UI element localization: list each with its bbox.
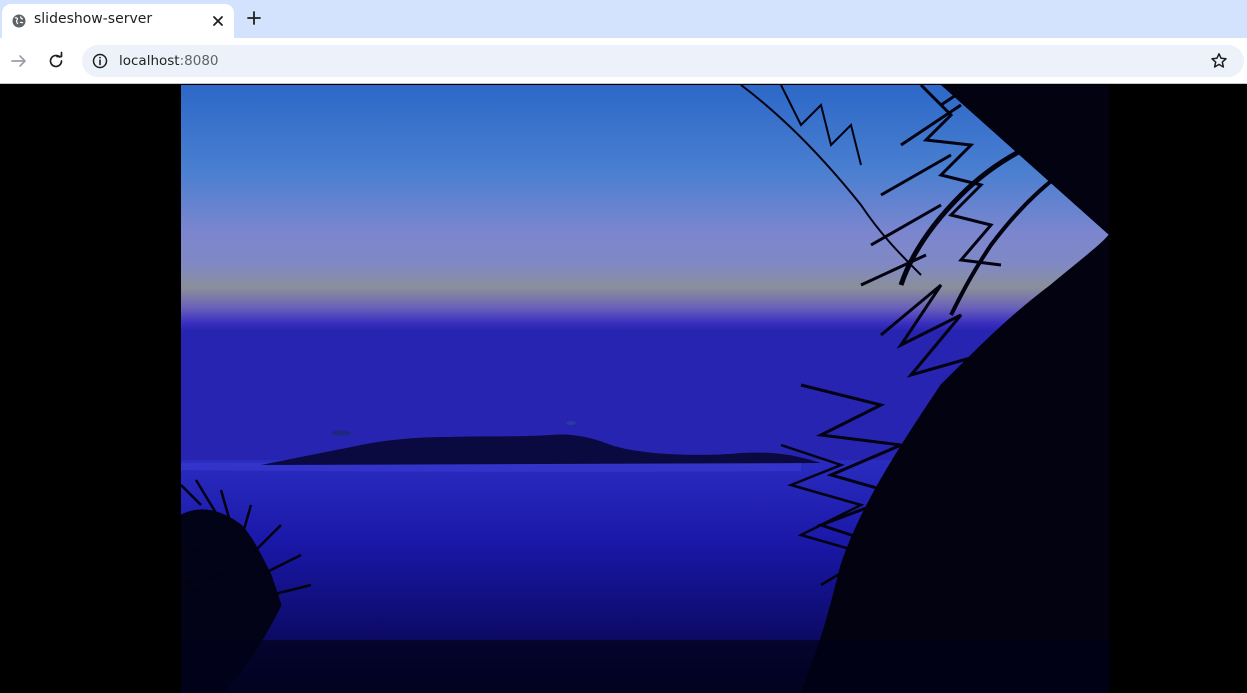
url-port: :8080 — [179, 53, 219, 69]
arrow-right-icon[interactable] — [9, 51, 29, 71]
globe-icon — [12, 14, 26, 28]
toolbar-divider — [0, 83, 1247, 84]
browser-toolbar: localhost:8080 — [0, 38, 1247, 84]
tab-slideshow-server[interactable]: slideshow-server — [2, 4, 234, 38]
tab-strip: slideshow-server — [0, 0, 1247, 38]
close-icon[interactable] — [208, 11, 228, 31]
page-viewport — [0, 85, 1247, 693]
star-icon[interactable] — [1209, 51, 1229, 71]
url-host: localhost — [119, 53, 180, 69]
tab-title: slideshow-server — [34, 11, 153, 27]
info-icon[interactable] — [90, 51, 110, 71]
sunset-palm-photo — [181, 85, 1109, 693]
plus-icon[interactable] — [244, 8, 264, 28]
address-bar[interactable]: localhost:8080 — [82, 45, 1244, 77]
reload-icon[interactable] — [46, 51, 66, 71]
url-text[interactable]: localhost:8080 — [119, 52, 219, 70]
slideshow-image[interactable] — [181, 85, 1109, 693]
